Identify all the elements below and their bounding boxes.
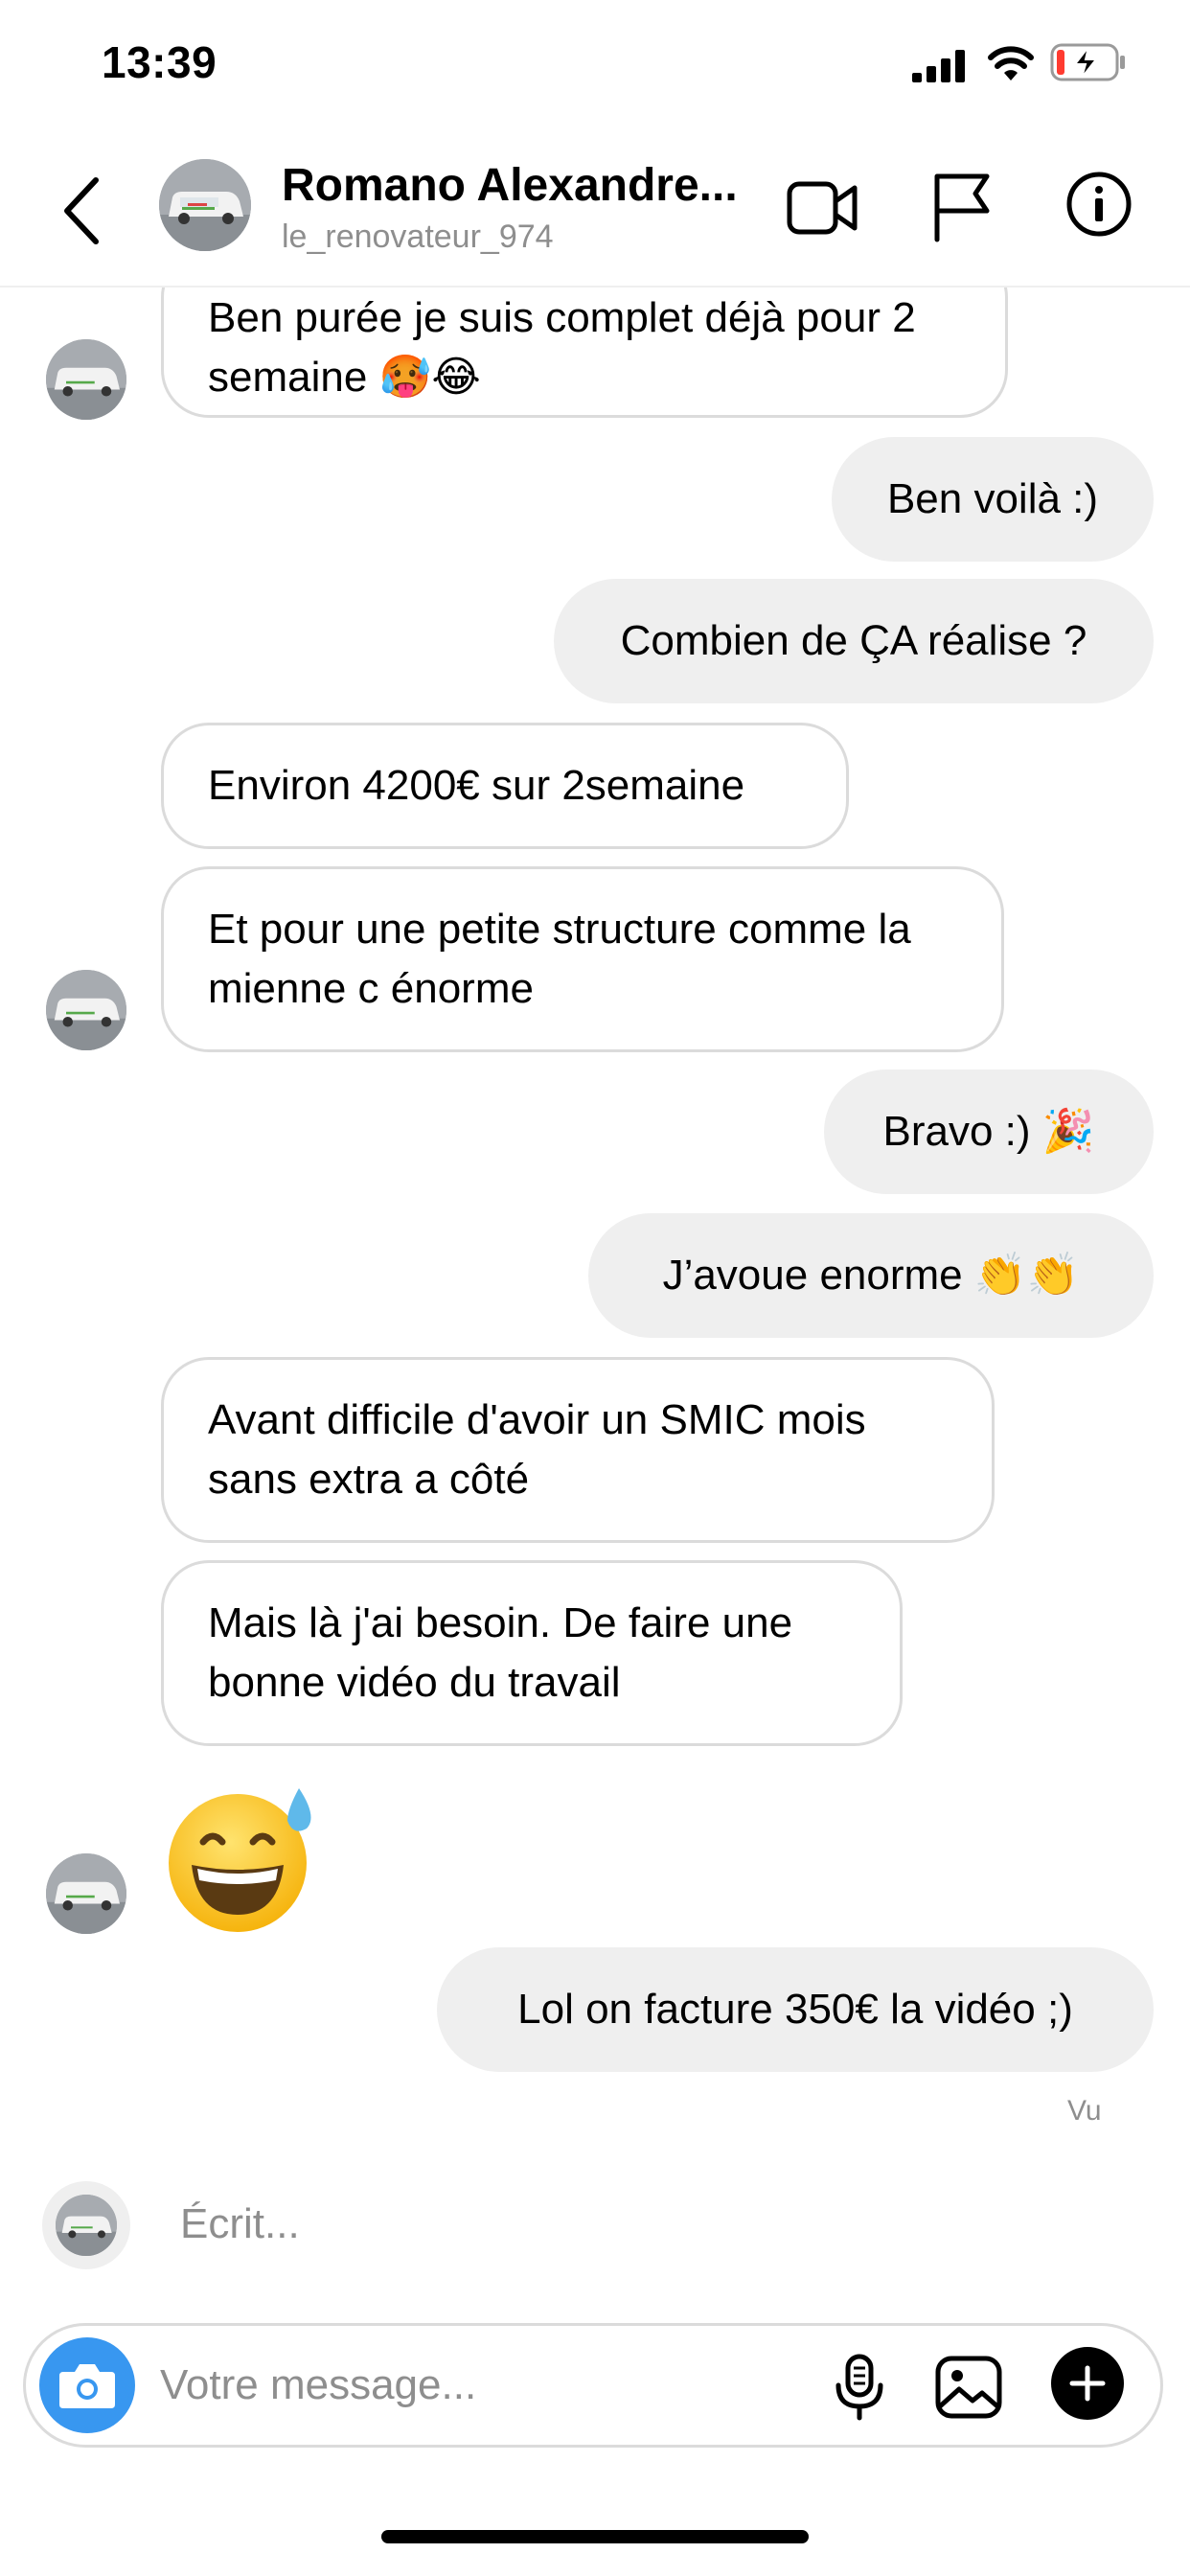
home-indicator[interactable] (381, 2530, 809, 2543)
grinning-sweat-emoji-icon[interactable] (165, 1782, 318, 1936)
message-text: Et pour une petite structure comme la mi… (208, 906, 911, 1012)
wifi-icon (988, 46, 1034, 80)
chat-header: Romano Alexandre... le_renovateur_974 (0, 134, 1190, 288)
message-bubble-outgoing[interactable]: Ben voilà :) (832, 437, 1154, 562)
message-text: Environ 4200€ sur 2semaine (208, 762, 745, 809)
van-photo-icon (46, 339, 126, 420)
typing-indicator: Écrit... (180, 2200, 300, 2247)
message-composer (23, 2323, 1163, 2448)
message-text: Ben voilà :) (886, 475, 1099, 522)
typing-avatar (42, 2181, 130, 2269)
van-photo-icon (46, 1853, 126, 1934)
status-time: 13:39 (102, 37, 217, 87)
message-bubble-incoming[interactable]: Environ 4200€ sur 2semaine (161, 723, 849, 849)
message-bubble-outgoing[interactable]: Combien de ÇA réalise ? (554, 579, 1154, 703)
message-bubble-incoming[interactable]: Et pour une petite structure comme la mi… (161, 866, 1004, 1052)
contact-username[interactable]: le_renovateur_974 (282, 218, 554, 256)
message-input[interactable] (160, 2355, 773, 2416)
plus-button[interactable] (1051, 2347, 1124, 2420)
sender-avatar[interactable] (46, 970, 126, 1050)
message-bubble-outgoing[interactable]: Lol on facture 350€ la vidéo ;) (437, 1947, 1154, 2072)
header-avatar[interactable] (159, 159, 251, 251)
microphone-icon[interactable] (831, 2353, 888, 2422)
contact-name[interactable]: Romano Alexandre... (282, 159, 756, 212)
message-text: Bravo :) 🎉 (882, 1108, 1095, 1155)
van-photo-icon (46, 970, 126, 1050)
message-bubble-incoming[interactable]: Mais là j'ai besoin. De faire une bonne … (161, 1560, 903, 1746)
flag-icon[interactable] (931, 171, 993, 243)
battery-charging-icon (1050, 43, 1125, 81)
plus-icon (1069, 2365, 1106, 2402)
cellular-signal-icon (912, 50, 965, 82)
message-bubble-incoming[interactable]: Avant difficile d'avoir un SMIC mois san… (161, 1357, 995, 1543)
camera-icon (59, 2364, 115, 2408)
gallery-icon[interactable] (934, 2355, 1003, 2420)
message-bubble-outgoing[interactable]: Bravo :) 🎉 (824, 1070, 1154, 1194)
video-camera-icon[interactable] (786, 174, 858, 242)
message-text: J’avoue enorme 👏👏 (662, 1252, 1080, 1299)
message-text: Lol on facture 350€ la vidéo ;) (517, 1986, 1073, 2033)
van-photo-icon (159, 159, 251, 251)
back-chevron-icon[interactable] (56, 172, 107, 249)
sender-avatar[interactable] (46, 339, 126, 420)
van-photo-icon (56, 2195, 117, 2256)
message-text: Ben purée je suis complet déjà pour 2 se… (208, 294, 916, 401)
message-bubble-incoming[interactable]: Ben purée je suis complet déjà pour 2 se… (161, 288, 1008, 418)
status-bar: 13:39 (0, 0, 1190, 134)
message-text: Mais là j'ai besoin. De faire une bonne … (208, 1599, 793, 1706)
message-thread[interactable]: Ben purée je suis complet déjà pour 2 se… (0, 288, 1190, 2319)
seen-indicator: Vu (1067, 2095, 1102, 2127)
info-icon[interactable] (1065, 171, 1133, 238)
message-text: Combien de ÇA réalise ? (620, 617, 1087, 664)
camera-button[interactable] (39, 2337, 135, 2433)
sender-avatar[interactable] (46, 1853, 126, 1934)
message-text: Avant difficile d'avoir un SMIC mois san… (208, 1396, 866, 1503)
message-bubble-outgoing[interactable]: J’avoue enorme 👏👏 (588, 1213, 1154, 1338)
